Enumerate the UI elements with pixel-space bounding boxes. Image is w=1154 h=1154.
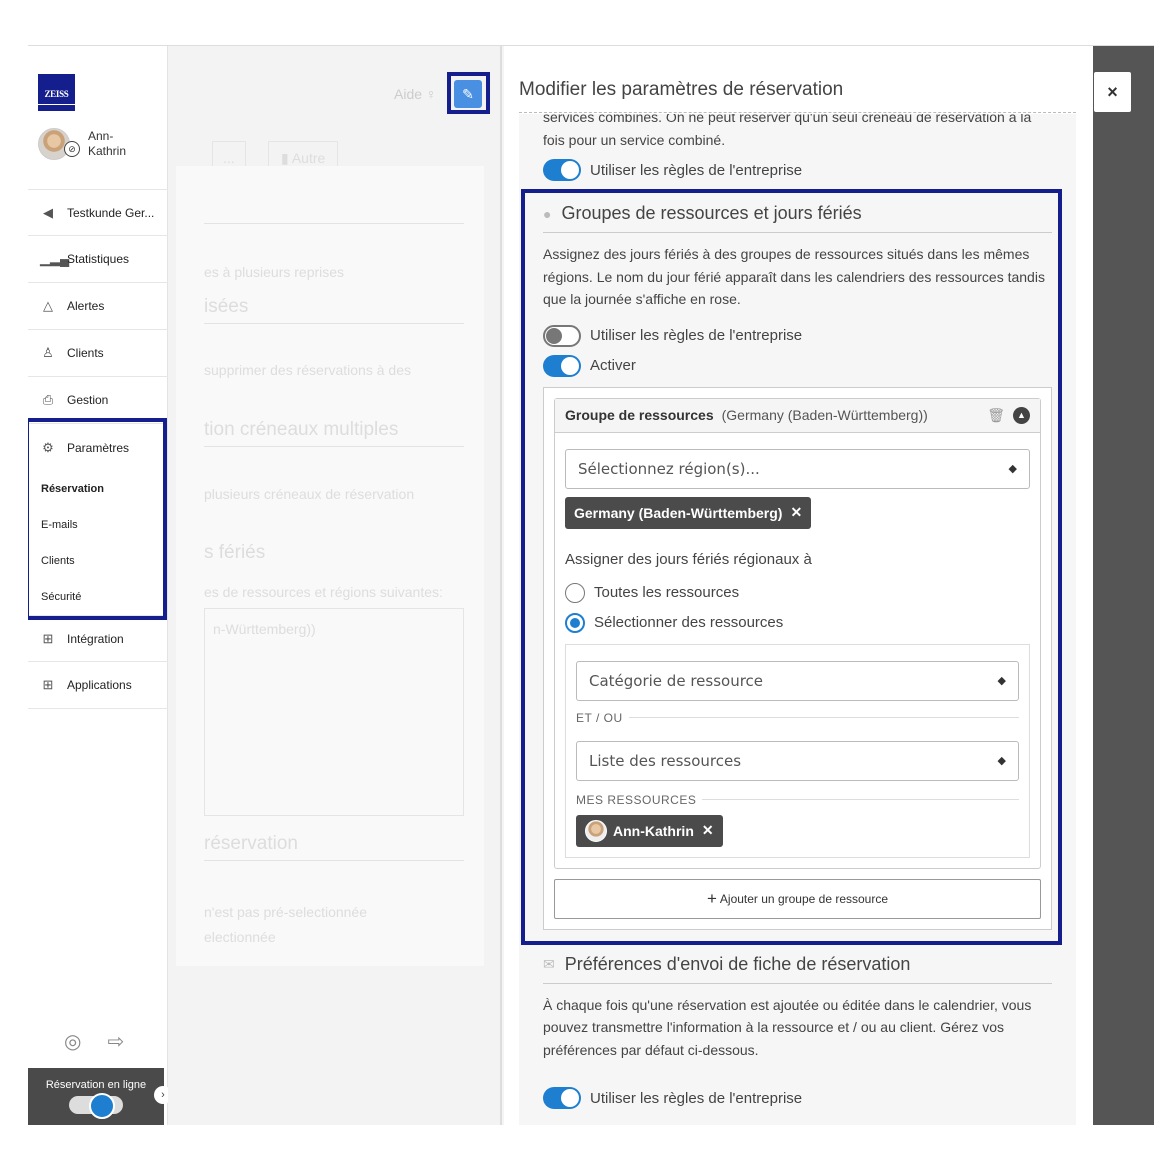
pencil-highlight — [447, 72, 490, 114]
ghost-text: es de ressources et régions suivantes: — [204, 584, 443, 600]
ghost-text: supprimer des réservations à des — [204, 362, 411, 378]
modal-title: Modifier les paramètres de réservation — [519, 79, 844, 100]
user-name: Ann-Kathrin — [88, 129, 127, 158]
ghost-text: isées — [204, 296, 249, 317]
prefs-section-title: ✉ Préférences d'envoi de fiche de réserv… — [543, 946, 1052, 984]
sidebar-item-integration[interactable]: ⊞ Intégration — [28, 615, 168, 662]
ghost-text: es à plusieurs reprises — [204, 264, 345, 280]
ghost-text: electionnée — [204, 929, 276, 945]
prefs-description: À chaque fois qu'une réservation est ajo… — [543, 996, 1032, 1058]
sidebar-item-alertes[interactable]: △ Alertes — [28, 283, 168, 330]
title-divider — [519, 112, 1076, 113]
sidebar-item-testkunde[interactable]: ◀ Testkunde Ger... — [28, 189, 168, 236]
sidebar-item-gestion[interactable]: ⎙ Gestion — [28, 377, 168, 424]
online-booking-panel: Réservation en ligne › — [28, 1068, 172, 1125]
close-icon: × — [1107, 81, 1118, 102]
person-icon: ♙ — [42, 345, 54, 360]
ghost-text: tion créneaux multiples — [204, 419, 399, 440]
chart-icon: ▁▂▄ — [40, 251, 70, 266]
prefs-company-rules-toggle[interactable] — [543, 1087, 581, 1109]
sidebar-bottom-icons: ◎ ⇨ — [64, 1029, 124, 1054]
compass-icon: ⊘ — [64, 141, 80, 157]
sidebar-item-applications[interactable]: ⊞ Applications — [28, 662, 168, 709]
parametres-highlight — [28, 418, 167, 620]
ghost-text: s fériés — [204, 542, 266, 563]
settings-background-page: Aide ♀ ✎ ... ▮ Autre es à plusieurs repr… — [168, 46, 502, 1125]
help-lifebuoy-icon[interactable]: ◎ — [64, 1029, 81, 1054]
prefs-company-rules-row: Utiliser les règles de l'entreprise — [543, 1083, 1052, 1113]
ghost-text: réservation — [204, 833, 298, 854]
sidebar-item-clients[interactable]: ♙ Clients — [28, 330, 168, 377]
use-company-rules-row: Utiliser les règles de l'entreprise — [543, 155, 1052, 185]
ghost-group-box: n-Württemberg)) — [204, 608, 464, 816]
groups-highlight — [521, 189, 1062, 945]
envelope-icon: ✉ — [543, 955, 555, 972]
grid-icon: ⊞ — [42, 677, 54, 692]
online-booking-label: Réservation en ligne — [45, 1079, 147, 1091]
online-booking-toggle[interactable] — [69, 1093, 123, 1119]
help-link[interactable]: Aide ♀ — [394, 86, 436, 102]
combined-services-text: services combinés. On ne peut réserver q… — [543, 114, 1032, 148]
ghost-text: plusieurs créneaux de réservation — [204, 486, 415, 502]
close-modal-button[interactable]: × — [1094, 72, 1131, 112]
ghost-text: n'est pas pré-selectionnée — [204, 904, 367, 920]
bell-icon: △ — [43, 298, 53, 313]
sidebar: ZEISS ⊘ Ann-Kathrin ◀ Testkunde Ger... ▁▂… — [28, 46, 172, 1125]
sidebar-item-statistiques[interactable]: ▁▂▄ Statistiques — [28, 236, 168, 283]
use-company-rules-toggle[interactable] — [543, 159, 581, 181]
user-profile[interactable]: ⊘ Ann-Kathrin — [38, 128, 138, 160]
zeiss-logo[interactable]: ZEISS — [38, 74, 75, 111]
integration-icon: ⊞ — [42, 630, 54, 646]
back-circle-icon: ◀ — [43, 204, 53, 220]
logout-icon[interactable]: ⇨ — [107, 1029, 124, 1054]
backdrop-overlay[interactable] — [1093, 46, 1154, 1125]
printer-icon: ⎙ — [42, 392, 54, 407]
